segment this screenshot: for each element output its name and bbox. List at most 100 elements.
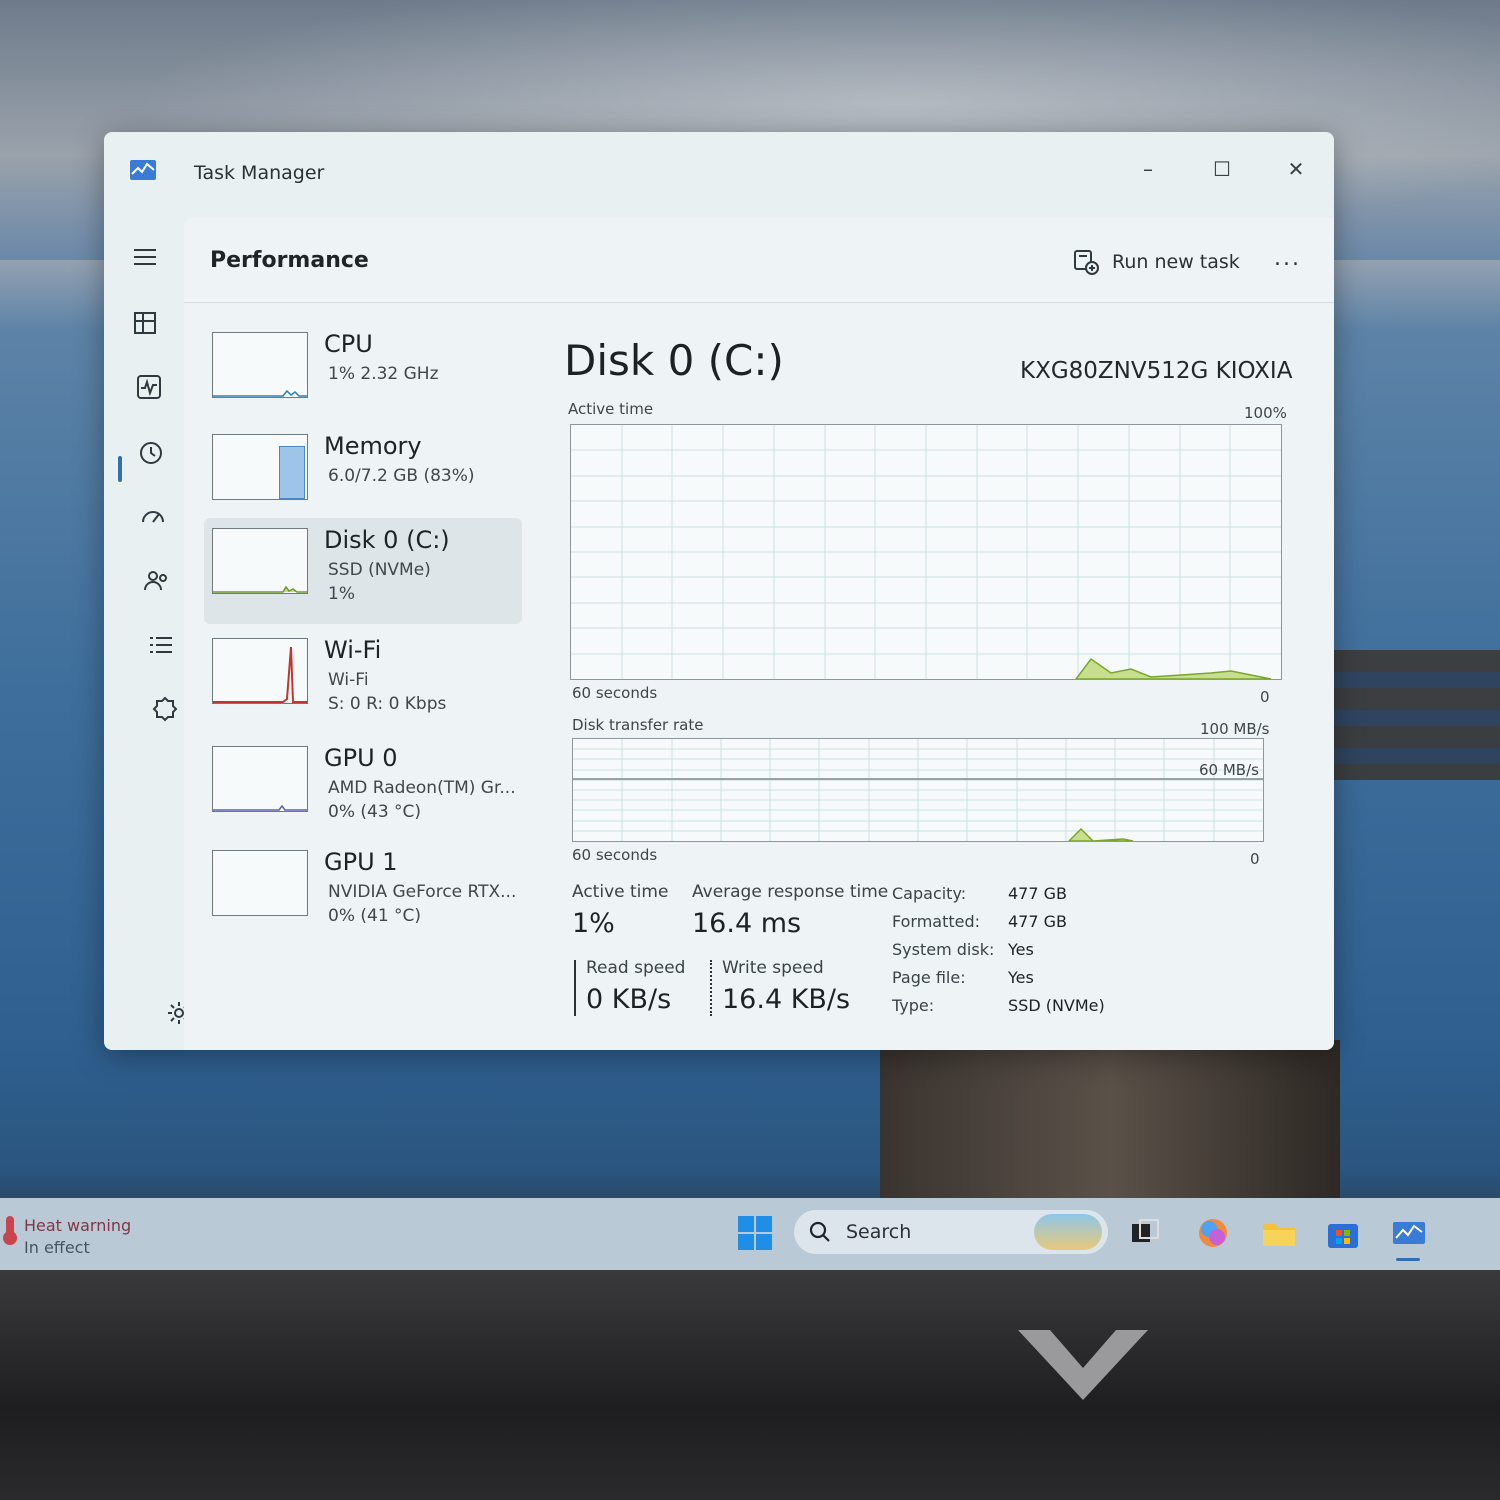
page-title: Performance [210, 248, 369, 273]
title-bar[interactable]: Task Manager – ☐ ✕ [104, 132, 1334, 212]
device-name: CPU [324, 330, 373, 358]
window-title: Task Manager [194, 162, 325, 184]
type-value: SSD (NVMe) [1008, 996, 1105, 1015]
task-manager-taskbar-icon[interactable] [1390, 1214, 1428, 1252]
system-disk-label: System disk: [892, 940, 995, 959]
device-usage: S: 0 R: 0 Kbps [328, 694, 447, 714]
thermometer-warning-icon [3, 1216, 17, 1245]
capacity-value: 477 GB [1008, 884, 1067, 903]
laptop-logo [1018, 1330, 1148, 1400]
transfer-rate-graph: 60 MB/s [572, 738, 1264, 842]
active-time-graph-min: 0 [1260, 688, 1270, 706]
active-nav-indicator [118, 456, 122, 482]
type-label: Type: [892, 996, 935, 1015]
performance-panel: Performance Run new task ... CPU 1% 2.32… [184, 218, 1334, 1050]
processes-icon[interactable] [130, 308, 160, 338]
active-time-graph [570, 424, 1282, 680]
taskbar-search-box[interactable]: Search [794, 1210, 1108, 1254]
transfer-graph-duration: 60 seconds [572, 846, 658, 864]
disk-title: Disk 0 (C:) [564, 336, 784, 385]
device-detail: Wi-Fi [328, 670, 369, 690]
heat-warning-subtitle: In effect [24, 1238, 90, 1257]
microsoft-store-icon[interactable] [1324, 1214, 1362, 1252]
users-icon[interactable] [142, 566, 172, 596]
active-time-graph-duration: 60 seconds [572, 684, 658, 702]
heat-warning-title: Heat warning [24, 1216, 132, 1235]
header-divider [184, 302, 1334, 303]
active-time-stat-label: Active time [572, 882, 669, 902]
device-usage: 0% (43 °C) [328, 802, 422, 822]
device-detail: SSD (NVMe) [328, 560, 431, 580]
system-disk-value: Yes [1008, 940, 1034, 959]
wifi-thumbnail-graph [212, 638, 308, 704]
device-item-cpu[interactable]: CPU 1% 2.32 GHz [204, 322, 522, 428]
disk-model: KXG80ZNV512G KIOXIA [1020, 358, 1293, 384]
run-new-task-button[interactable]: Run new task [1072, 248, 1240, 276]
laptop-bezel [0, 1270, 1500, 1500]
device-item-memory[interactable]: Memory 6.0/7.2 GB (83%) [204, 424, 522, 530]
active-time-graph-svg [571, 425, 1281, 680]
device-item-disk-0[interactable]: Disk 0 (C:) SSD (NVMe) 1% [204, 518, 522, 624]
write-speed-label: Write speed [722, 958, 824, 978]
minimize-button[interactable]: – [1128, 154, 1168, 184]
write-speed-value: 16.4 KB/s [722, 984, 851, 1015]
gpu1-thumbnail-graph [212, 850, 308, 916]
search-placeholder: Search [846, 1221, 912, 1243]
avg-response-stat-value: 16.4 ms [692, 908, 802, 939]
page-file-value: Yes [1008, 968, 1034, 987]
start-windows-icon[interactable] [736, 1214, 774, 1252]
device-name: GPU 0 [324, 744, 398, 772]
search-highlight-image [1034, 1214, 1102, 1250]
gpu0-thumbnail-graph [212, 746, 308, 812]
weather-widget[interactable]: Heat warning In effect [0, 1206, 200, 1266]
device-detail: AMD Radeon(TM) Gr... [328, 778, 516, 798]
services-icon[interactable] [150, 694, 180, 724]
device-name: Wi-Fi [324, 636, 382, 664]
startup-apps-icon[interactable] [138, 502, 168, 532]
device-name: Disk 0 (C:) [324, 526, 450, 554]
search-icon [809, 1221, 830, 1242]
performance-icon[interactable] [134, 372, 164, 402]
disk-thumbnail-graph [212, 528, 308, 594]
navigation-rail [104, 212, 190, 1050]
memory-usage-fill [279, 446, 305, 499]
transfer-graph-max: 100 MB/s [1200, 720, 1270, 738]
write-speed-marker [710, 960, 712, 1016]
transfer-graph-min: 0 [1250, 850, 1260, 868]
task-manager-window: Task Manager – ☐ ✕ Performance Run new t… [104, 132, 1334, 1050]
device-item-gpu-0[interactable]: GPU 0 AMD Radeon(TM) Gr... 0% (43 °C) [204, 736, 522, 842]
device-name: GPU 1 [324, 848, 398, 876]
active-time-graph-label: Active time [568, 400, 654, 418]
device-item-gpu-1[interactable]: GPU 1 NVIDIA GeForce RTX... 0% (41 °C) [204, 840, 522, 946]
wallpaper-dock [880, 1040, 1340, 1200]
details-icon[interactable] [146, 630, 176, 660]
read-speed-marker [574, 960, 576, 1016]
device-item-wifi[interactable]: Wi-Fi Wi-Fi S: 0 R: 0 Kbps [204, 628, 522, 734]
active-time-graph-max: 100% [1244, 404, 1287, 422]
device-detail: NVIDIA GeForce RTX... [328, 882, 517, 902]
hamburger-menu-icon[interactable] [130, 242, 160, 272]
device-usage: 1% [328, 584, 355, 604]
more-options-button[interactable]: ... [1274, 246, 1301, 271]
memory-thumbnail-graph [212, 434, 308, 500]
device-detail: 1% 2.32 GHz [328, 364, 439, 384]
cpu-thumbnail-graph [212, 332, 308, 398]
close-button[interactable]: ✕ [1276, 154, 1316, 184]
device-detail: 6.0/7.2 GB (83%) [328, 466, 475, 486]
device-name: Memory [324, 432, 422, 460]
run-new-task-icon [1074, 250, 1099, 275]
running-app-indicator [1396, 1258, 1420, 1261]
file-explorer-icon[interactable] [1260, 1214, 1298, 1252]
transfer-rate-graph-svg [573, 739, 1263, 842]
page-file-label: Page file: [892, 968, 966, 987]
task-view-icon[interactable] [1126, 1214, 1164, 1252]
formatted-label: Formatted: [892, 912, 981, 931]
read-speed-label: Read speed [586, 958, 686, 978]
maximize-button[interactable]: ☐ [1202, 154, 1242, 184]
capacity-label: Capacity: [892, 884, 967, 903]
app-history-icon[interactable] [136, 438, 166, 468]
formatted-value: 477 GB [1008, 912, 1067, 931]
copilot-icon[interactable] [1194, 1214, 1232, 1252]
read-speed-value: 0 KB/s [586, 984, 672, 1015]
task-manager-app-icon [130, 160, 156, 180]
